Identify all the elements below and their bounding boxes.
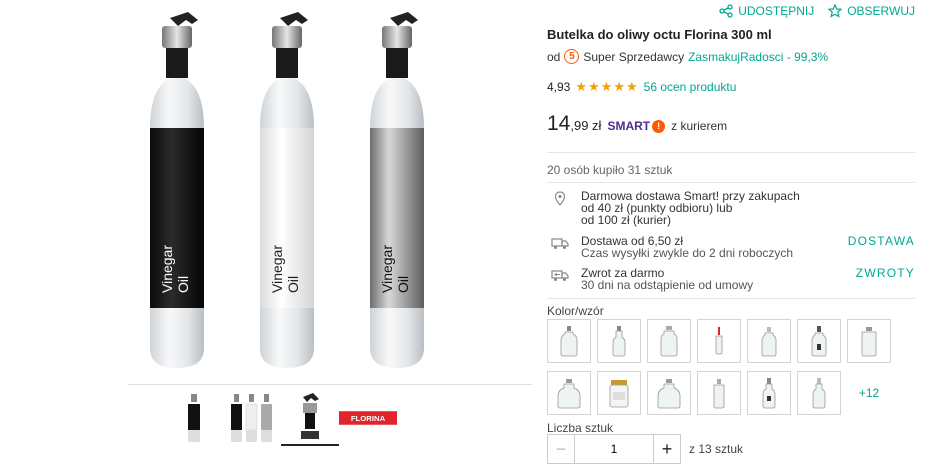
thumbnail-strip: FLORINA — [165, 390, 397, 446]
share-label: UDOSTĘPNIJ — [738, 4, 815, 18]
divider — [547, 152, 915, 153]
price-row: 14,99 zł SMART! z kurierem — [547, 112, 727, 136]
delivery-free-line3: od 100 zł (kurier) — [581, 213, 672, 227]
variant-option[interactable] — [597, 319, 641, 363]
thumbnail-2[interactable] — [223, 390, 281, 446]
quantity-decrease-button[interactable]: − — [547, 434, 575, 464]
quantity-available: z 13 sztuk — [689, 442, 744, 456]
quantity-label: Liczba sztuk — [547, 421, 614, 435]
super-seller-badge-icon: 5 — [564, 49, 580, 64]
thumbnail-1[interactable] — [165, 390, 223, 446]
star-outline-icon — [828, 4, 843, 18]
return-truck-icon — [551, 267, 569, 283]
delivery-free-info: Darmowa dostawa Smart! przy zakupach od … — [551, 190, 915, 226]
variant-option[interactable] — [597, 371, 641, 415]
variant-option[interactable] — [547, 319, 591, 363]
location-pin-icon — [551, 190, 569, 206]
variant-option[interactable] — [697, 319, 741, 363]
watch-button[interactable]: OBSERWUJ — [828, 4, 915, 18]
watch-label: OBSERWUJ — [847, 4, 915, 18]
variant-option[interactable] — [797, 319, 841, 363]
share-icon — [719, 4, 733, 18]
divider — [547, 182, 915, 183]
bottle-black: Vinegar Oil — [150, 12, 204, 368]
return-line2: 30 dni na odstąpienie od umowy — [581, 278, 754, 292]
bottle-label-oil: Oil — [395, 276, 411, 293]
smart-badge: SMART! — [607, 119, 666, 133]
variant-option[interactable] — [547, 371, 591, 415]
returns-link[interactable]: ZWROTY — [856, 267, 915, 291]
delivery-cost-info: Dostawa od 6,50 zł Czas wysyłki zwykle d… — [551, 235, 915, 259]
truck-icon — [551, 235, 569, 251]
variant-option[interactable] — [747, 371, 791, 415]
bottle-label-vinegar: Vinegar — [159, 245, 175, 293]
bottle-label-vinegar: Vinegar — [269, 245, 285, 293]
variant-option[interactable] — [847, 319, 891, 363]
rating-stars-icon: ★★★★★ — [575, 79, 639, 94]
seller-line: od 5 Super Sprzedawcy ZasmakujRadosci - … — [547, 49, 828, 64]
variant-option[interactable] — [697, 371, 741, 415]
quantity-increase-button[interactable]: + — [653, 434, 681, 464]
rating-count-link[interactable]: 56 ocen produktu — [644, 80, 737, 94]
rating-row: 4,93 ★★★★★ 56 ocen produktu — [547, 79, 736, 95]
rating-value: 4,93 — [547, 80, 571, 94]
product-info-panel: UDOSTĘPNIJ OBSERWUJ Butelka do oliwy oct… — [547, 0, 919, 470]
variants-label: Kolor/wzór — [547, 304, 604, 318]
return-info: Zwrot za darmo 30 dni na odstąpienie od … — [551, 267, 915, 291]
variant-option[interactable] — [747, 319, 791, 363]
thumbnail-4[interactable]: FLORINA — [339, 390, 397, 446]
price-decimal: ,99 zł — [570, 118, 602, 133]
seller-link[interactable]: ZasmakujRadosci - 99,3% — [688, 50, 828, 64]
smart-label: SMART — [607, 119, 651, 133]
price: 14,99 zł — [547, 112, 601, 136]
delivery-cost-line2: Czas wysyłki zwykle do 2 dni roboczych — [581, 246, 794, 260]
delivery-link[interactable]: DOSTAWA — [848, 235, 915, 259]
bottle-label-oil: Oil — [175, 276, 191, 293]
product-title: Butelka do oliwy octu Florina 300 ml — [547, 27, 772, 42]
seller-prefix: od — [547, 49, 561, 64]
more-variants-link[interactable]: +12 — [847, 371, 891, 415]
quantity-stepper: − + z 13 sztuk — [547, 434, 743, 464]
courier-label: z kurierem — [671, 119, 728, 133]
divider — [547, 298, 915, 299]
variant-option[interactable] — [647, 319, 691, 363]
bottle-white: Vinegar Oil — [260, 12, 314, 368]
smart-bang-icon: ! — [652, 119, 666, 133]
product-gallery: Vinegar Oil Vinegar Oil Vinegar Oil FLOR… — [0, 0, 540, 470]
variant-option[interactable] — [647, 371, 691, 415]
sold-count: 20 osób kupiło 31 sztuk — [547, 163, 673, 177]
quantity-input[interactable] — [575, 434, 653, 464]
gallery-divider — [128, 384, 532, 385]
thumbnail-3[interactable] — [281, 390, 339, 446]
bottle-label-oil: Oil — [285, 276, 301, 293]
main-product-image[interactable]: Vinegar Oil Vinegar Oil Vinegar Oil — [120, 8, 440, 380]
price-integer: 14 — [547, 112, 571, 135]
share-watch-actions: UDOSTĘPNIJ OBSERWUJ — [719, 4, 915, 18]
variant-option[interactable] — [797, 371, 841, 415]
bottle-label-vinegar: Vinegar — [379, 245, 395, 293]
brand-logo-text: FLORINA — [351, 414, 386, 423]
share-button[interactable]: UDOSTĘPNIJ — [719, 4, 814, 18]
bottle-steel: Vinegar Oil — [370, 12, 424, 368]
seller-type: Super Sprzedawcy — [583, 49, 685, 64]
variant-grid: +12 — [547, 319, 891, 415]
